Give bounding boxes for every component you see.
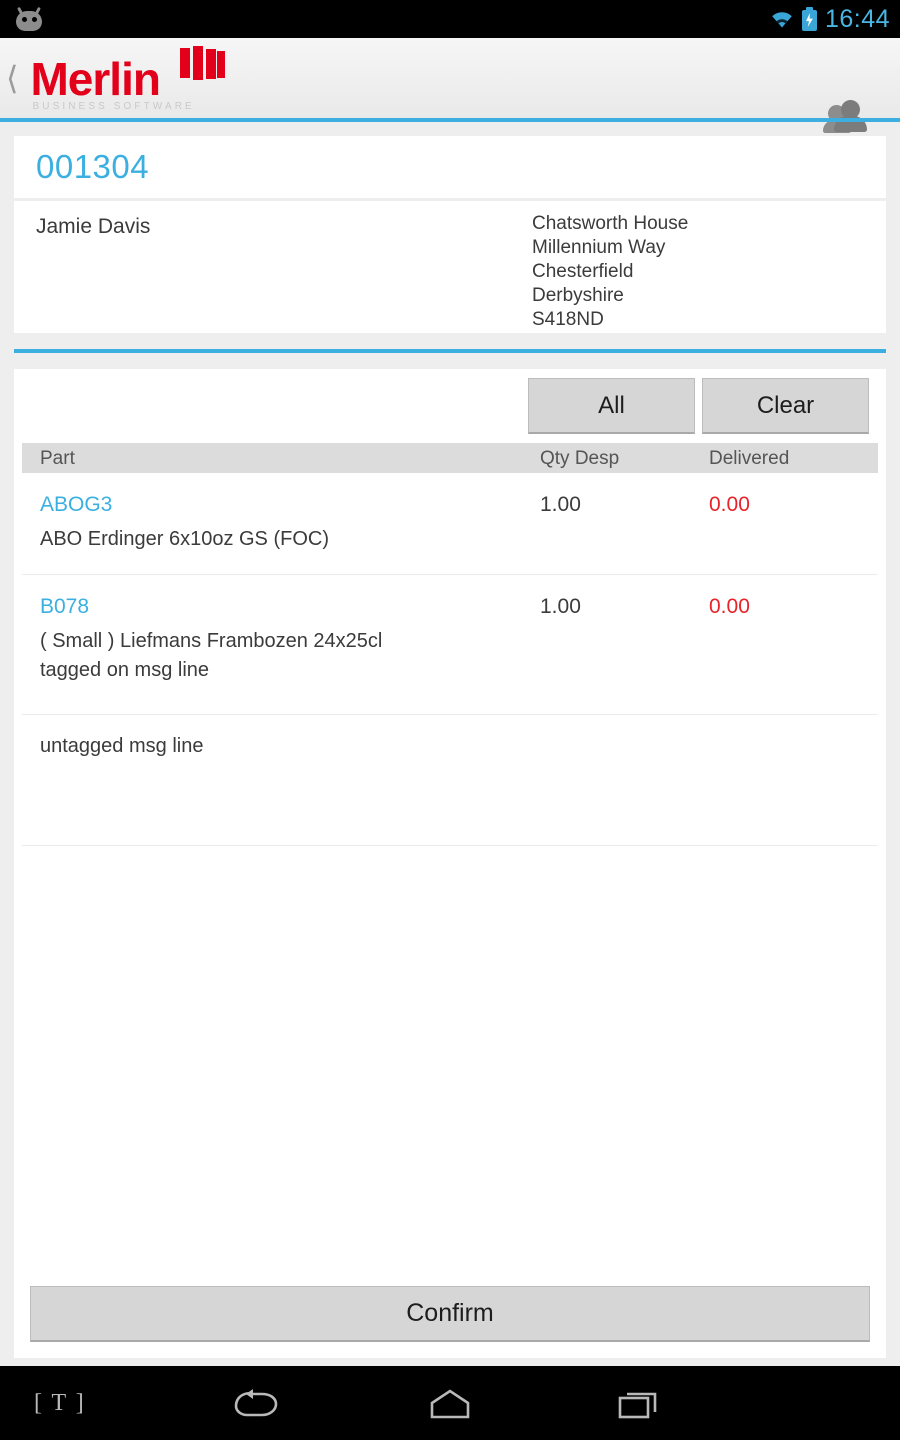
column-header-delivered: Delivered (709, 448, 790, 469)
text-input-indicator-icon[interactable]: [ T ] (34, 1390, 86, 1417)
confirm-button[interactable]: Confirm (30, 1286, 870, 1342)
recent-apps-icon[interactable] (616, 1388, 664, 1420)
order-number: 001304 (36, 148, 150, 185)
order-number-card[interactable]: 001304 (14, 136, 886, 198)
line-description-line: ( Small ) Liefmans Frambozen 24x25cl (40, 630, 383, 652)
table-row[interactable]: untagged msg line (22, 715, 878, 846)
line-delivered: 0.00 (709, 493, 750, 516)
address-line: Chatsworth House (532, 213, 689, 234)
order-lines-panel: All Clear Part Qty Desp Delivered ABOG3 … (14, 369, 886, 1358)
logo-wordmark: Merlin (30, 53, 160, 105)
app-header-bar: ⟨ Merlin BUSINESS SOFTWARE (0, 38, 900, 133)
battery-charging-icon (801, 7, 817, 31)
back-arrow-icon[interactable] (232, 1388, 284, 1420)
lines-toolbar: All Clear (14, 369, 886, 443)
customer-name: Jamie Davis (36, 215, 151, 238)
app-screen: 16:44 ⟨ Merlin BUSINESS SOFTWARE 001304 … (0, 0, 900, 1440)
address-line: Derbyshire (532, 285, 624, 306)
line-message-text: untagged msg line (40, 735, 204, 757)
address-line: S418ND (532, 309, 604, 330)
order-lines-list: ABOG3 ABO Erdinger 6x10oz GS (FOC) 1.00 … (14, 473, 886, 846)
table-row[interactable]: ABOG3 ABO Erdinger 6x10oz GS (FOC) 1.00 … (22, 473, 878, 575)
line-part-code: B078 (40, 595, 90, 618)
address-line: Millennium Way (532, 237, 666, 258)
android-navigation-bar: [ T ] (0, 1366, 900, 1440)
android-head-icon (14, 6, 44, 31)
people-icon[interactable] (823, 96, 872, 133)
line-qty-desp: 1.00 (540, 595, 581, 618)
merlin-logo[interactable]: Merlin BUSINESS SOFTWARE (18, 38, 238, 118)
clear-button[interactable]: Clear (702, 378, 869, 434)
column-header-qty-desp: Qty Desp (540, 448, 620, 469)
confirm-footer: Confirm (14, 1270, 886, 1358)
line-qty-desp: 1.00 (540, 493, 581, 516)
logo-tagline: BUSINESS SOFTWARE (32, 101, 195, 112)
table-header-row: Part Qty Desp Delivered (22, 443, 878, 473)
section-accent-rule (14, 349, 886, 353)
line-delivered: 0.00 (709, 595, 750, 618)
android-status-bar: 16:44 (0, 0, 900, 38)
customer-address: Chatsworth House Millennium Way Chesterf… (532, 212, 688, 332)
select-all-button[interactable]: All (528, 378, 695, 434)
line-description-line: tagged on msg line (40, 659, 210, 681)
line-description: ( Small ) Liefmans Frambozen 24x25cl tag… (40, 627, 382, 685)
column-header-part: Part (40, 448, 75, 469)
back-chevron-icon[interactable]: ⟨ (6, 62, 18, 94)
line-description: ABO Erdinger 6x10oz GS (FOC) (40, 528, 329, 550)
line-part-code: ABOG3 (40, 493, 113, 516)
address-line: Chesterfield (532, 261, 634, 282)
table-row[interactable]: B078 ( Small ) Liefmans Frambozen 24x25c… (22, 575, 878, 715)
status-bar-right-cluster: 16:44 (770, 0, 890, 38)
home-icon[interactable] (424, 1388, 476, 1420)
wifi-icon (772, 12, 792, 28)
customer-details-card[interactable]: Jamie Davis Chatsworth House Millennium … (14, 201, 886, 333)
status-bar-clock: 16:44 (824, 4, 890, 33)
logo-flag-icon (180, 46, 226, 80)
header-accent-rule (0, 118, 900, 122)
